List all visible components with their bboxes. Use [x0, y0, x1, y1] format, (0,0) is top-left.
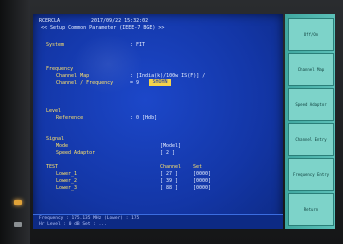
instrument-screen: RCERCLA 2017/09/22 15:32:02 << Setup Com…	[33, 14, 283, 229]
softkey-3[interactable]: Speed Adaptor	[288, 88, 334, 121]
signal-section: Signal	[46, 136, 65, 142]
status-footer: Frequency : 175.135 MHz (Lower) : 175 Hr…	[33, 214, 283, 229]
system-value[interactable]: : FIT	[130, 42, 145, 48]
softkey-1[interactable]: Off/On	[288, 18, 334, 51]
channel-map-label: Channel Map	[56, 73, 90, 79]
test-row-channel[interactable]: [ 39 ]	[160, 178, 178, 184]
mode-value[interactable]: [Model]	[160, 143, 181, 149]
footer-line-2: Hr Level : 0 dB Set : ...	[39, 222, 107, 227]
mode-label: Mode	[56, 143, 69, 149]
test-row-channel[interactable]: [ 88 ]	[160, 185, 178, 191]
system-label: System	[46, 42, 65, 48]
channel-frequency-value[interactable]: = 9	[130, 80, 139, 86]
channel-frequency-highlight[interactable]: SHOHN	[149, 79, 171, 86]
test-row-rate[interactable]: [0000]	[193, 171, 211, 177]
page-title: << Setup Common Parameter (IEEE-7 BGE) >…	[41, 25, 165, 31]
speed-adaptor-label: Speed Adaptor	[56, 150, 96, 156]
reference-label: Reference	[56, 115, 84, 121]
softkey-5[interactable]: Frequency Entry	[288, 158, 334, 191]
test-row-name: Lower_2	[56, 178, 78, 184]
test-row-rate[interactable]: [0000]	[193, 185, 211, 191]
test-row-name: Lower_3	[56, 185, 78, 191]
speed-adaptor-value[interactable]: [ 2 ]	[160, 150, 175, 156]
bezel-left-panel	[0, 0, 30, 244]
status-led	[14, 222, 22, 227]
reference-value[interactable]: : 0 [Hdb]	[130, 115, 157, 121]
level-section: Level	[46, 108, 62, 114]
test-col-channel: Channel	[160, 164, 182, 170]
header-model: RCERCLA	[39, 18, 61, 24]
header-datetime: 2017/09/22 15:32:02	[91, 18, 149, 24]
softkey-4[interactable]: Channel Entry	[288, 123, 334, 156]
softkey-panel: Off/On Channel Map Speed Adaptor Channel…	[285, 14, 335, 229]
power-led	[14, 200, 22, 205]
frequency-section: Frequency	[46, 66, 74, 72]
softkey-6[interactable]: Return	[288, 193, 334, 226]
test-row-channel[interactable]: [ 27 ]	[160, 171, 178, 177]
test-row-name: Lower_1	[56, 171, 78, 177]
test-section: TEST	[46, 164, 59, 170]
channel-frequency-label: Channel / Frequency	[56, 80, 114, 86]
test-col-rate: Set	[193, 164, 203, 170]
test-row-rate[interactable]: [0000]	[193, 178, 211, 184]
softkey-2[interactable]: Channel Map	[288, 53, 334, 86]
